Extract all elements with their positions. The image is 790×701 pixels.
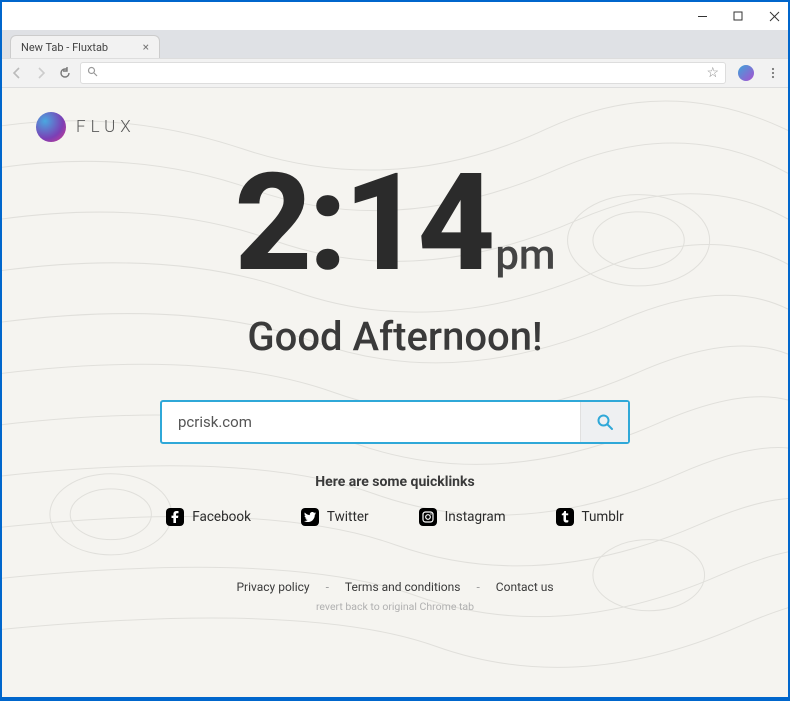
quicklinks-row: Facebook Twitter Instagram <box>166 508 623 526</box>
browser-window: New Tab - Fluxtab × ☆ <box>2 2 788 697</box>
search-button[interactable] <box>580 402 628 442</box>
greeting-text: Good Afternoon! <box>247 313 542 360</box>
terms-link[interactable]: Terms and conditions <box>345 580 461 594</box>
search-form <box>160 400 630 444</box>
search-input[interactable] <box>162 402 580 442</box>
reload-button[interactable] <box>56 64 74 82</box>
clock-ampm: pm <box>495 231 555 280</box>
tumblr-icon <box>556 508 574 526</box>
close-button[interactable] <box>768 10 780 22</box>
privacy-link[interactable]: Privacy policy <box>236 580 309 594</box>
brand-name: FLUX <box>76 117 136 137</box>
separator: - <box>476 580 479 594</box>
minimize-button[interactable] <box>696 10 708 22</box>
revert-link[interactable]: revert back to original Chrome tab <box>316 600 474 613</box>
tab-title: New Tab - Fluxtab <box>21 41 108 54</box>
forward-button[interactable] <box>32 64 50 82</box>
bookmark-star-icon[interactable]: ☆ <box>706 65 719 81</box>
quicklink-label: Facebook <box>192 509 251 525</box>
quicklinks-heading: Here are some quicklinks <box>315 474 474 490</box>
search-icon <box>596 413 614 431</box>
clock: 2:14 pm <box>234 156 555 291</box>
instagram-icon <box>419 508 437 526</box>
quicklink-instagram[interactable]: Instagram <box>419 508 506 526</box>
clock-time: 2:14 <box>234 156 491 291</box>
quicklink-facebook[interactable]: Facebook <box>166 508 251 526</box>
extension-icon[interactable] <box>738 65 754 81</box>
window-titlebar <box>2 2 788 30</box>
brand: FLUX <box>36 112 136 142</box>
quicklink-label: Tumblr <box>582 509 624 525</box>
twitter-icon <box>301 508 319 526</box>
browser-tab[interactable]: New Tab - Fluxtab × <box>10 35 160 58</box>
footer-links: Privacy policy - Terms and conditions - … <box>236 580 553 594</box>
search-icon <box>87 66 98 80</box>
brand-logo-icon <box>36 112 66 142</box>
toolbar: ☆ <box>2 58 788 88</box>
toolbar-right <box>732 64 782 82</box>
contact-link[interactable]: Contact us <box>496 580 554 594</box>
menu-button[interactable] <box>764 64 782 82</box>
quicklink-tumblr[interactable]: Tumblr <box>556 508 624 526</box>
main-panel: FLUX 2:14 pm Good Afternoon! Here are so… <box>2 88 788 697</box>
separator: - <box>326 580 329 594</box>
quicklink-label: Twitter <box>327 509 369 525</box>
page-content: FLUX 2:14 pm Good Afternoon! Here are so… <box>2 88 788 697</box>
quicklink-twitter[interactable]: Twitter <box>301 508 369 526</box>
address-bar[interactable]: ☆ <box>80 62 726 84</box>
quicklink-label: Instagram <box>445 509 506 525</box>
back-button[interactable] <box>8 64 26 82</box>
tab-bar: New Tab - Fluxtab × <box>2 30 788 58</box>
maximize-button[interactable] <box>732 10 744 22</box>
tab-close-icon[interactable]: × <box>143 40 149 54</box>
facebook-icon <box>166 508 184 526</box>
